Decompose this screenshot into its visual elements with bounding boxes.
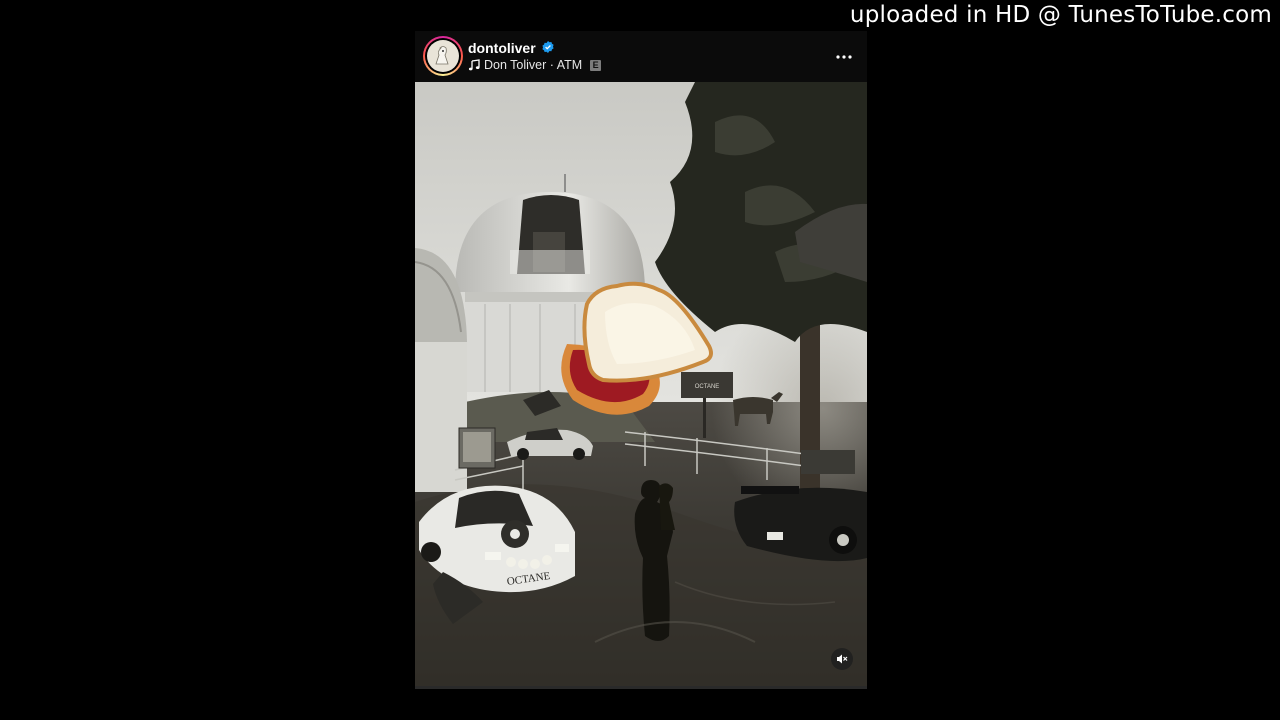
music-row[interactable]: Don Toliver · ATM E xyxy=(468,58,602,72)
post-header: dontoliver Don Toliver · ATM E xyxy=(415,31,867,82)
music-note-icon xyxy=(468,59,480,71)
more-options-icon[interactable] xyxy=(835,48,853,66)
post-image[interactable]: OCTANE OCTANE xyxy=(415,82,867,686)
video-progress-bar[interactable] xyxy=(415,686,867,689)
muted-speaker-icon xyxy=(837,654,848,664)
song-label: Don Toliver · ATM xyxy=(484,58,583,72)
sign-text: OCTANE xyxy=(695,384,720,390)
username[interactable]: dontoliver xyxy=(468,40,536,56)
explicit-badge: E xyxy=(590,59,602,71)
watermark: uploaded in HD @ TunesToTube.com xyxy=(849,2,1272,28)
post-card: dontoliver Don Toliver · ATM E OCTANE OC… xyxy=(415,31,867,691)
mute-button[interactable] xyxy=(831,648,853,670)
verified-badge-icon xyxy=(542,41,554,53)
avatar[interactable] xyxy=(423,36,463,76)
